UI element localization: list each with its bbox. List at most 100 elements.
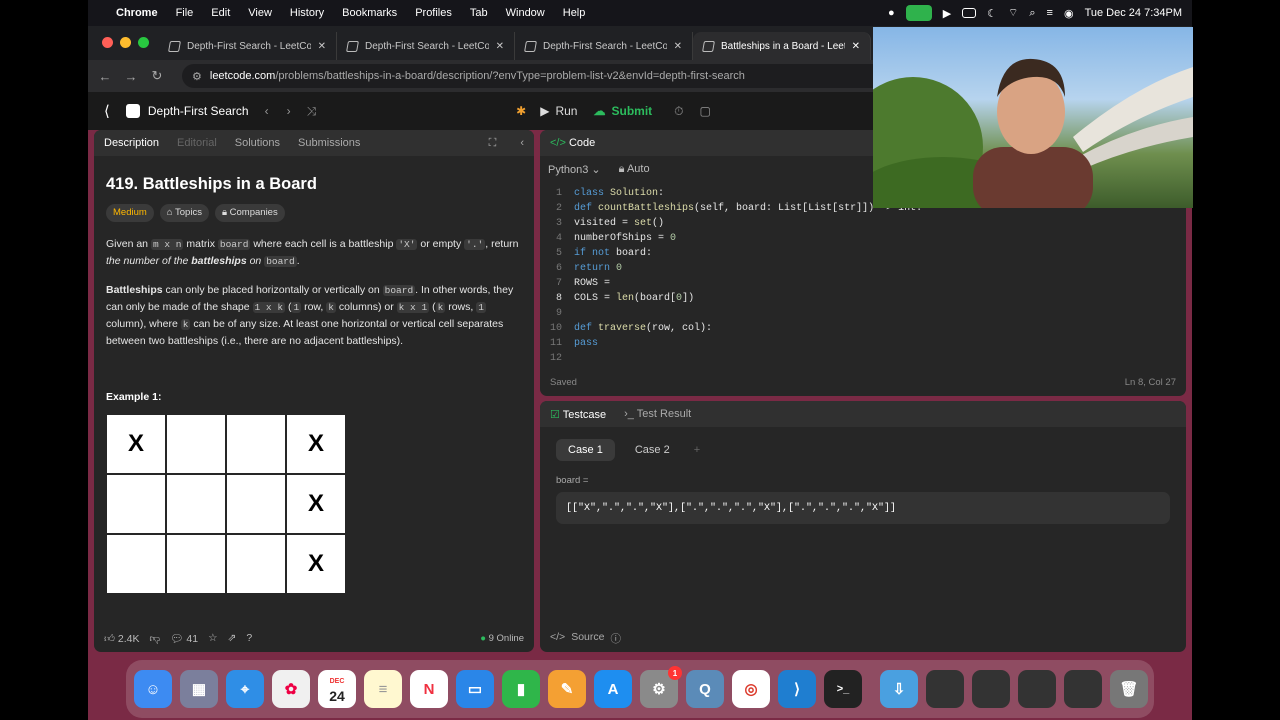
safari-icon[interactable]: ⌖ (226, 670, 264, 708)
focus-moon-icon[interactable]: ☾ (987, 7, 997, 20)
terminal-icon[interactable]: >_ (824, 670, 862, 708)
board-input-field[interactable]: [["X",".",".","X"],[".",".",".","X"],[".… (556, 492, 1170, 524)
chrome-icon[interactable]: ◎ (732, 670, 770, 708)
topics-tag[interactable]: ⌂ Topics (159, 204, 209, 222)
code-tab[interactable]: </> Code (550, 137, 595, 149)
help-icon[interactable]: ? (246, 632, 252, 644)
keynote-icon[interactable]: ▭ (456, 670, 494, 708)
numbers-icon[interactable]: ▮ (502, 670, 540, 708)
menu-file[interactable]: File (176, 7, 194, 19)
facetime-icon[interactable] (905, 5, 932, 21)
window-thumbnail[interactable] (1064, 670, 1102, 708)
collapse-panel-icon[interactable]: ‹ (520, 137, 524, 149)
star-icon[interactable]: ☆ (208, 632, 217, 644)
menu-clock[interactable]: Tue Dec 24 7:34PM (1085, 7, 1182, 19)
case-2-button[interactable]: Case 2 (623, 439, 682, 461)
forward-icon[interactable]: → (118, 69, 144, 84)
notes-icon[interactable]: ▢ (700, 104, 711, 118)
tab-testcase[interactable]: ☑ Testcase (550, 408, 606, 421)
launchpad-icon[interactable]: ▦ (180, 670, 218, 708)
back-icon[interactable]: ← (92, 69, 118, 84)
run-button[interactable]: ▶ Run (540, 104, 577, 118)
problem-list-title[interactable]: Depth-First Search (148, 104, 249, 118)
tab-submissions[interactable]: Submissions (298, 137, 360, 149)
menu-edit[interactable]: Edit (211, 7, 230, 19)
timer-icon[interactable]: ⏱ (674, 104, 683, 119)
menu-help[interactable]: Help (563, 7, 586, 19)
shuffle-icon[interactable]: ⤨ (307, 104, 317, 119)
browser-tab-active[interactable]: Battleships in a Board - LeetC ✕ (693, 32, 871, 60)
menu-app-name[interactable]: Chrome (116, 7, 158, 19)
window-thumbnail[interactable] (926, 670, 964, 708)
window-thumbnail[interactable] (972, 670, 1010, 708)
play-icon[interactable]: ▶ (943, 7, 951, 20)
tab-close-icon[interactable]: ✕ (674, 41, 682, 52)
battery-icon[interactable] (962, 8, 977, 18)
menu-view[interactable]: View (248, 7, 272, 19)
tab-solutions[interactable]: Solutions (235, 137, 280, 149)
tab-test-result[interactable]: ›_ Test Result (624, 408, 691, 420)
case-1-button[interactable]: Case 1 (556, 439, 615, 461)
line-number: 6 (555, 263, 562, 274)
control-center-icon[interactable]: ≡ (1047, 7, 1053, 19)
browser-tab[interactable]: Depth-First Search - LeetCod ✕ (159, 32, 337, 60)
tab-close-icon[interactable]: ✕ (852, 41, 860, 52)
menu-history[interactable]: History (290, 7, 324, 19)
submit-button[interactable]: ☁ Submit (593, 104, 652, 118)
wifi-icon[interactable]: ⌔ (1008, 6, 1018, 20)
comments-button[interactable]: 💬︎ 41 (170, 632, 198, 645)
problem-title: 419. Battleships in a Board (106, 175, 317, 193)
finder-icon[interactable]: ☺ (134, 670, 172, 708)
next-problem-icon[interactable]: › (287, 104, 291, 118)
menu-profiles[interactable]: Profiles (415, 7, 452, 19)
debug-icon[interactable]: ✱ (516, 104, 526, 118)
close-window-button[interactable] (102, 37, 113, 48)
code-line: return 0 (574, 263, 623, 274)
downloads-folder-icon[interactable]: ⇩ (880, 670, 918, 708)
tab-description[interactable]: Description (104, 137, 159, 149)
trash-icon[interactable]: 🗑︎ (1110, 670, 1148, 708)
tab-close-icon[interactable]: ✕ (318, 41, 326, 52)
browser-tab[interactable]: Depth-First Search - LeetCod ✕ (337, 32, 515, 60)
board-cell (107, 535, 165, 593)
photos-icon[interactable]: ✿ (272, 670, 310, 708)
leetcode-logo-icon[interactable]: ⟨ (104, 102, 110, 120)
expand-icon[interactable]: ⛶ (489, 137, 497, 150)
quicktime-icon[interactable]: Q (686, 670, 724, 708)
autosave-mode[interactable]: 🔒︎ Auto (619, 163, 650, 176)
site-info-icon[interactable]: ⚙ (192, 70, 202, 83)
system-settings-icon[interactable]: ⚙ 1 (640, 666, 682, 708)
menu-tab[interactable]: Tab (470, 7, 488, 19)
vscode-icon[interactable]: ⟩ (778, 670, 816, 708)
share-icon[interactable]: ⇗ (228, 632, 237, 644)
tab-close-icon[interactable]: ✕ (496, 41, 504, 52)
menu-bookmarks[interactable]: Bookmarks (342, 7, 397, 19)
menu-window[interactable]: Window (506, 7, 545, 19)
line-number: 2 (555, 203, 562, 214)
language-select[interactable]: Python3 ⌄ (548, 163, 601, 176)
minimize-window-button[interactable] (120, 37, 131, 48)
add-case-icon[interactable]: + (690, 439, 704, 461)
calendar-icon[interactable]: DEC 24 (318, 670, 356, 708)
thumbs-down-icon[interactable]: 👎︎ (150, 632, 161, 645)
pages-icon[interactable]: ✎ (548, 670, 586, 708)
code-brackets-icon: </> (550, 137, 569, 149)
code-editor[interactable]: 1 class Solution: 2 def countBattleships(… (540, 182, 1186, 360)
app-store-icon[interactable]: A (594, 670, 632, 708)
news-icon[interactable]: N (410, 670, 448, 708)
companies-tag[interactable]: 🔒︎ Companies (214, 204, 285, 222)
source-button[interactable]: </> Source ⓘ (550, 631, 621, 646)
tab-editorial[interactable]: Editorial (177, 137, 217, 149)
zoom-window-button[interactable] (138, 37, 149, 48)
like-button[interactable]: 👍︎ 2.4K (104, 632, 140, 645)
siri-icon[interactable]: ◉ (1064, 7, 1074, 20)
problem-intro: Given an m x n matrix board where each c… (106, 238, 519, 267)
window-thumbnail[interactable] (1018, 670, 1056, 708)
notes-icon[interactable]: ≡ (364, 670, 402, 708)
code-line: if not board: (574, 248, 653, 259)
prev-problem-icon[interactable]: ‹ (265, 104, 269, 118)
browser-tab[interactable]: Depth-First Search - LeetCod ✕ (515, 32, 693, 60)
reload-icon[interactable]: ↻ (144, 68, 170, 84)
spotlight-search-icon[interactable]: ⌕ (1029, 7, 1035, 20)
record-icon[interactable]: ● (888, 7, 895, 19)
